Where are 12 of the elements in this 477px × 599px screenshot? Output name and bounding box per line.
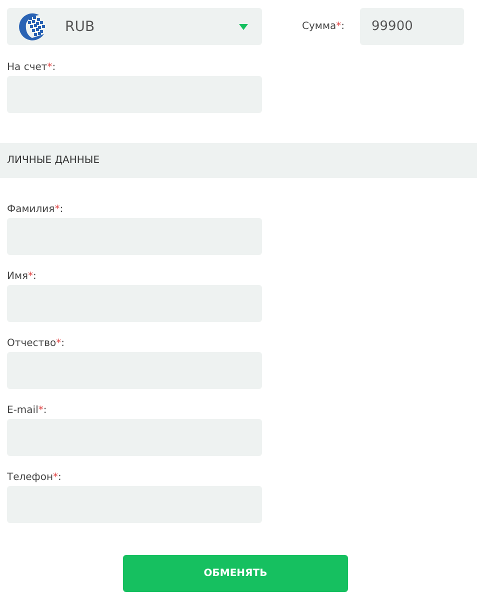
globe-logo-icon <box>17 12 47 42</box>
currency-select[interactable]: RUB <box>7 8 262 45</box>
field-label: E-mail*: <box>7 405 48 416</box>
amount-field[interactable]: 99900 <box>360 8 464 45</box>
field-label: На счет*: <box>7 62 57 73</box>
field-label: Фамилия*: <box>7 204 64 215</box>
field-label: Сумма*: <box>302 21 344 32</box>
caret-icon <box>239 24 248 30</box>
field-label: Имя*: <box>7 271 38 282</box>
field-label: Отчество*: <box>7 338 66 349</box>
field-label: Телефон*: <box>7 472 62 483</box>
section-header: ЛИЧНЫЕ ДАННЫЕ <box>0 143 477 178</box>
